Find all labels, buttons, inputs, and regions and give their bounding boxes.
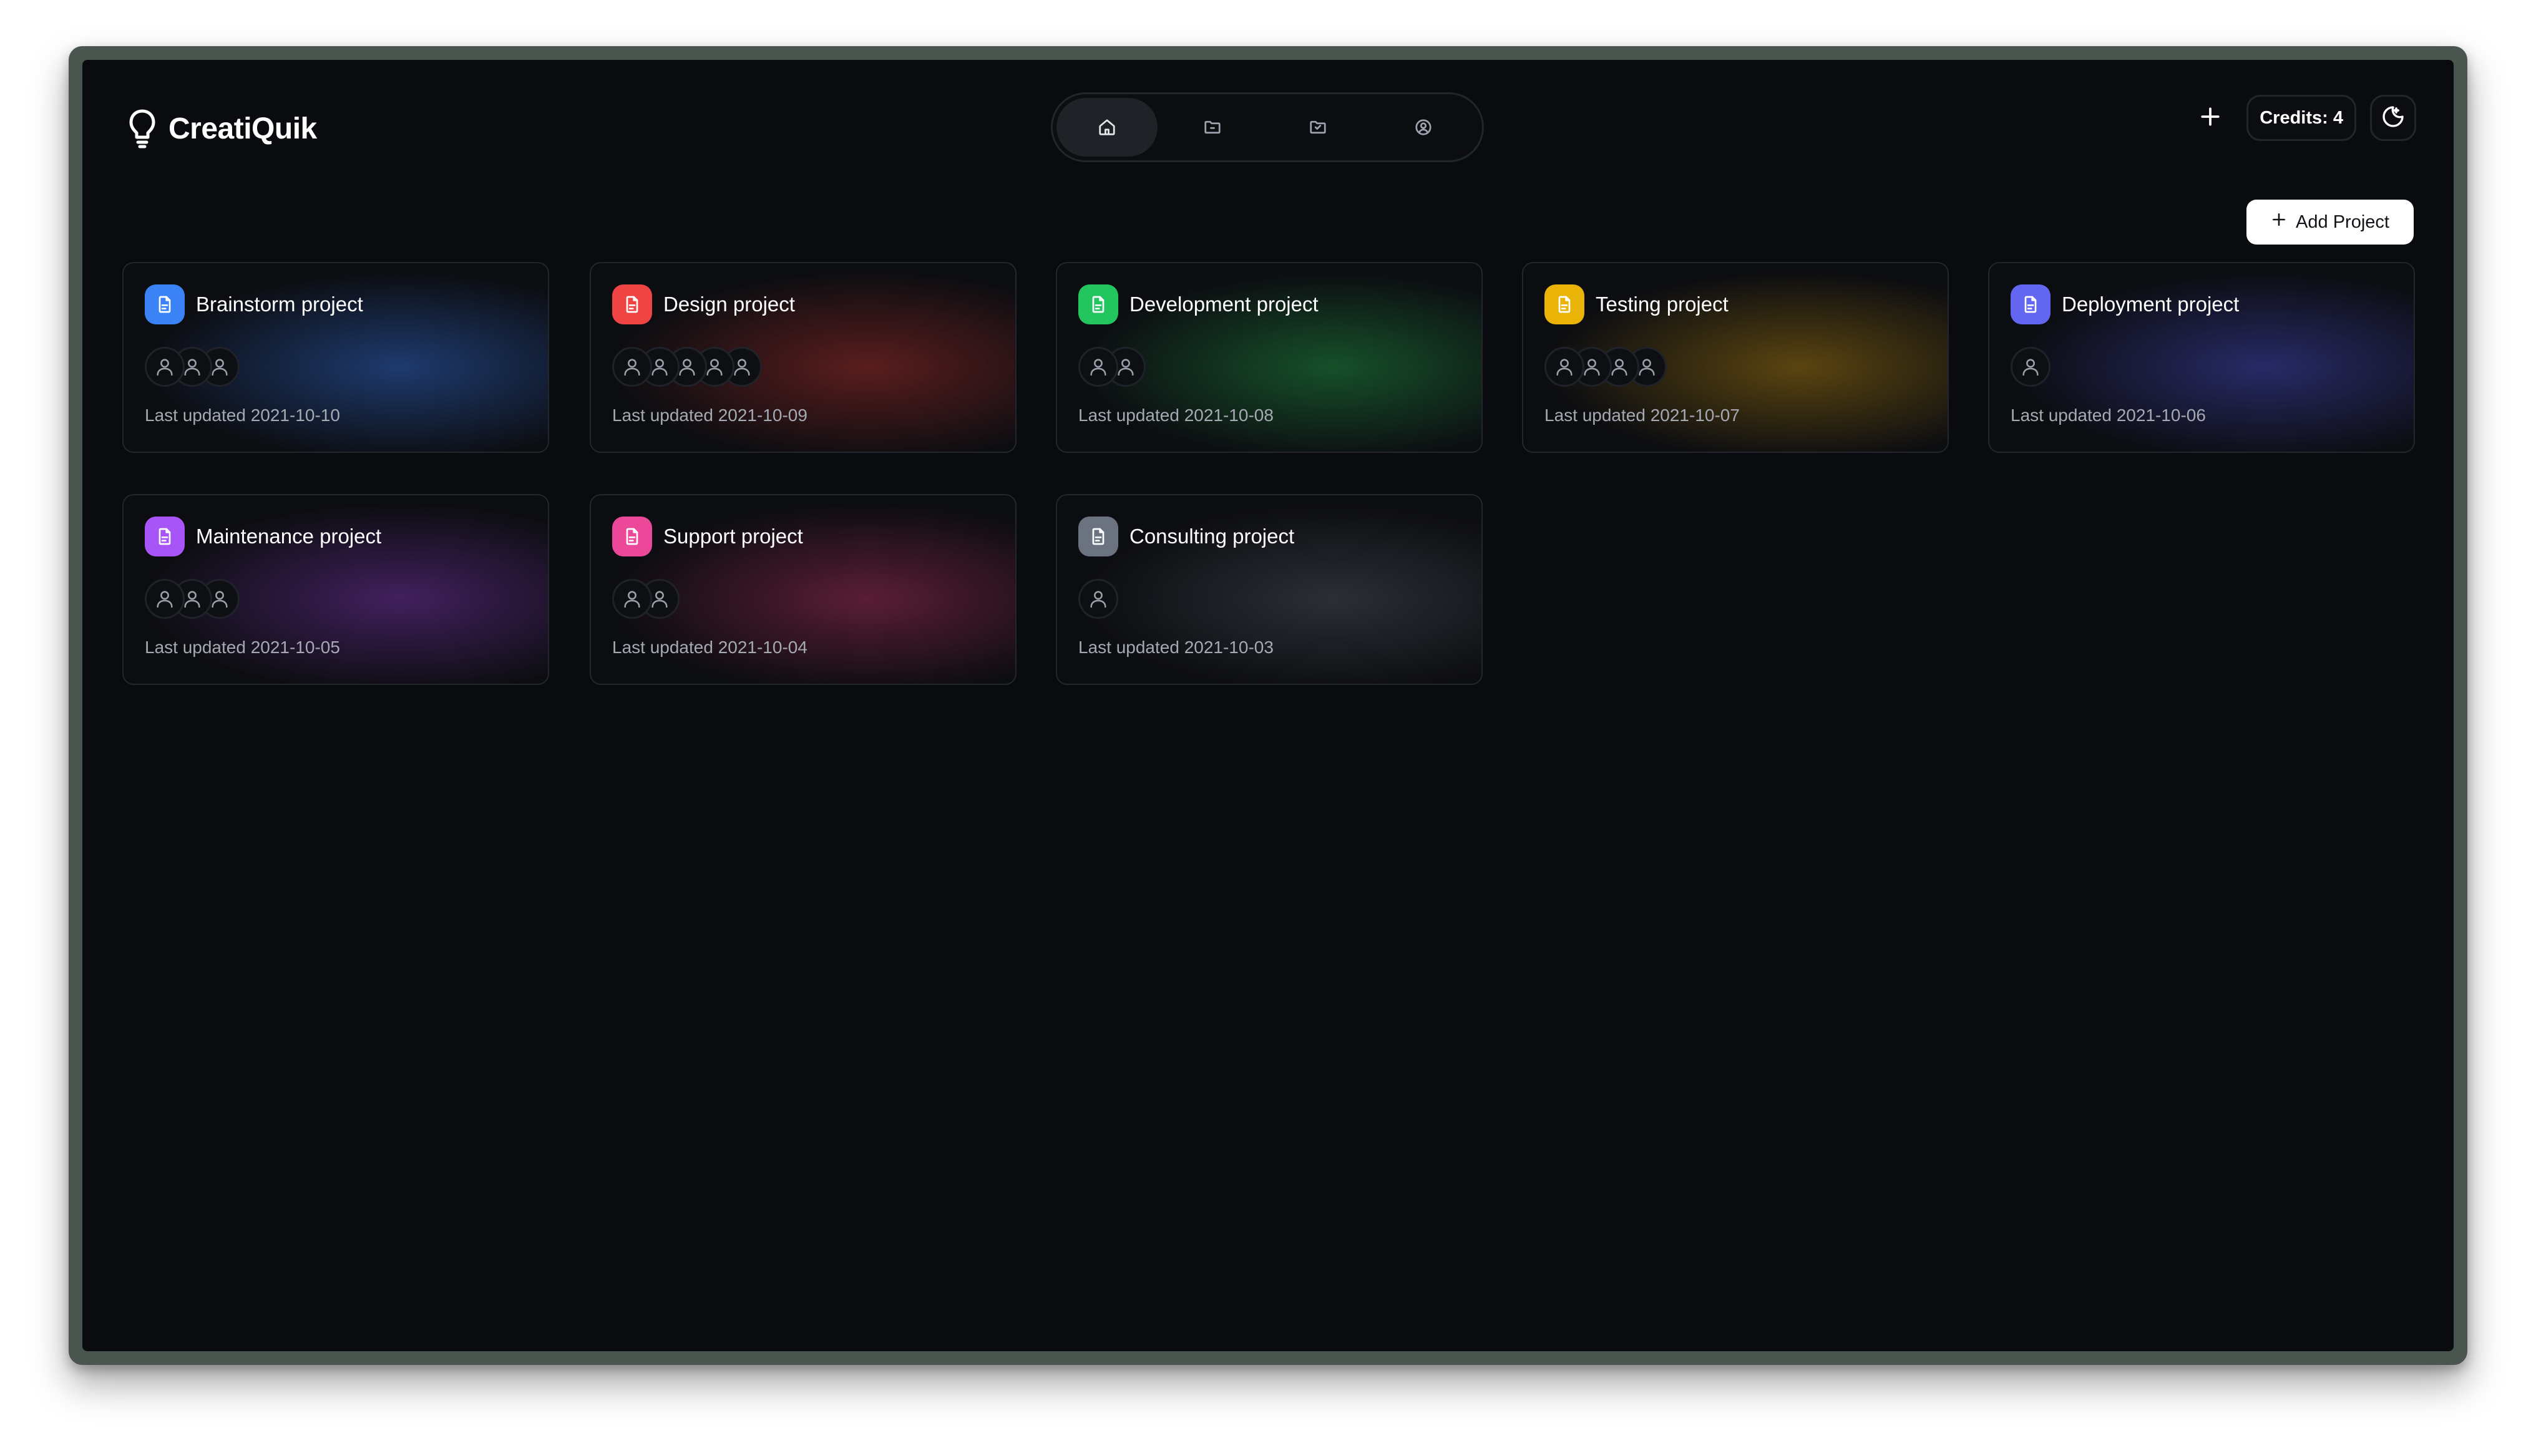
theme-toggle-button[interactable] <box>2370 95 2416 141</box>
user-icon <box>1078 347 1118 387</box>
project-title: Support project <box>663 525 803 548</box>
plus-icon <box>2198 105 2222 132</box>
project-card[interactable]: Maintenance project Last updated 2021-10-… <box>122 494 549 685</box>
credits-badge[interactable]: Credits: 4 <box>2246 95 2356 141</box>
theme-toggle-icon <box>2381 104 2406 132</box>
last-updated: Last updated 2021-10-08 <box>1078 405 1274 425</box>
project-card[interactable]: Testing project Last updated 2021-10-07 <box>1522 262 1949 453</box>
user-icon <box>1078 579 1118 619</box>
project-title: Testing project <box>1596 293 1729 316</box>
last-updated: Last updated 2021-10-10 <box>145 405 340 425</box>
project-card[interactable]: Deployment project Last updated 2021-10-0… <box>1988 262 2415 453</box>
device-frame: CreatiQuik Credits: 4 Add Project Brains… <box>69 46 2467 1365</box>
project-title: Brainstorm project <box>196 293 363 316</box>
lightbulb-icon <box>129 109 156 148</box>
member-avatars <box>1544 347 1948 387</box>
member-avatars <box>2011 347 2414 387</box>
last-updated: Last updated 2021-10-06 <box>2011 405 2206 425</box>
member-avatars <box>1078 347 1481 387</box>
new-button[interactable] <box>2188 95 2233 140</box>
project-title: Design project <box>663 293 795 316</box>
project-card[interactable]: Consulting project Last updated 2021-10-0… <box>1056 494 1483 685</box>
user-icon <box>612 579 652 619</box>
header-actions: Credits: 4 <box>2188 95 2416 141</box>
add-project-button[interactable]: Add Project <box>2246 200 2414 245</box>
main-nav <box>1051 92 1484 162</box>
document-icon <box>1078 517 1118 556</box>
nav-folder-2[interactable] <box>1267 98 1368 157</box>
user-icon <box>145 347 185 387</box>
member-avatars <box>145 579 548 619</box>
home-icon <box>1098 118 1116 137</box>
user-icon <box>612 347 652 387</box>
document-icon <box>1078 284 1118 324</box>
document-icon <box>2011 284 2051 324</box>
member-avatars <box>612 347 1015 387</box>
last-updated: Last updated 2021-10-03 <box>1078 638 1274 657</box>
last-updated: Last updated 2021-10-05 <box>145 638 340 657</box>
document-icon <box>612 284 652 324</box>
nav-home[interactable] <box>1056 98 1158 157</box>
add-project-label: Add Project <box>2296 211 2389 232</box>
document-icon <box>1544 284 1584 324</box>
app-screen: CreatiQuik Credits: 4 Add Project Brains… <box>82 60 2454 1351</box>
user-icon <box>145 579 185 619</box>
last-updated: Last updated 2021-10-04 <box>612 638 807 657</box>
plus-icon <box>2271 211 2287 233</box>
folder-icon <box>1309 118 1327 137</box>
project-title: Development project <box>1129 293 1319 316</box>
project-card[interactable]: Brainstorm project Last updated 2021-10-1… <box>122 262 549 453</box>
nav-profile[interactable] <box>1373 98 1474 157</box>
project-title: Deployment project <box>2062 293 2240 316</box>
user-circle-icon <box>1414 118 1433 137</box>
project-title: Consulting project <box>1129 525 1295 548</box>
project-card[interactable]: Design project Last updated 2021-10-09 <box>590 262 1017 453</box>
nav-folder-1[interactable] <box>1162 98 1263 157</box>
last-updated: Last updated 2021-10-09 <box>612 405 807 425</box>
member-avatars <box>1078 579 1481 619</box>
project-title: Maintenance project <box>196 525 382 548</box>
document-icon <box>145 517 185 556</box>
member-avatars <box>612 579 1015 619</box>
user-icon <box>1544 347 1584 387</box>
document-icon <box>145 284 185 324</box>
project-card[interactable]: Support project Last updated 2021-10-04 <box>590 494 1017 685</box>
document-icon <box>612 517 652 556</box>
project-card[interactable]: Development project Last updated 2021-10-… <box>1056 262 1483 453</box>
last-updated: Last updated 2021-10-07 <box>1544 405 1740 425</box>
member-avatars <box>145 347 548 387</box>
folder-icon <box>1203 118 1222 137</box>
app-name: CreatiQuik <box>168 112 317 145</box>
user-icon <box>2011 347 2051 387</box>
brand[interactable]: CreatiQuik <box>129 109 317 148</box>
